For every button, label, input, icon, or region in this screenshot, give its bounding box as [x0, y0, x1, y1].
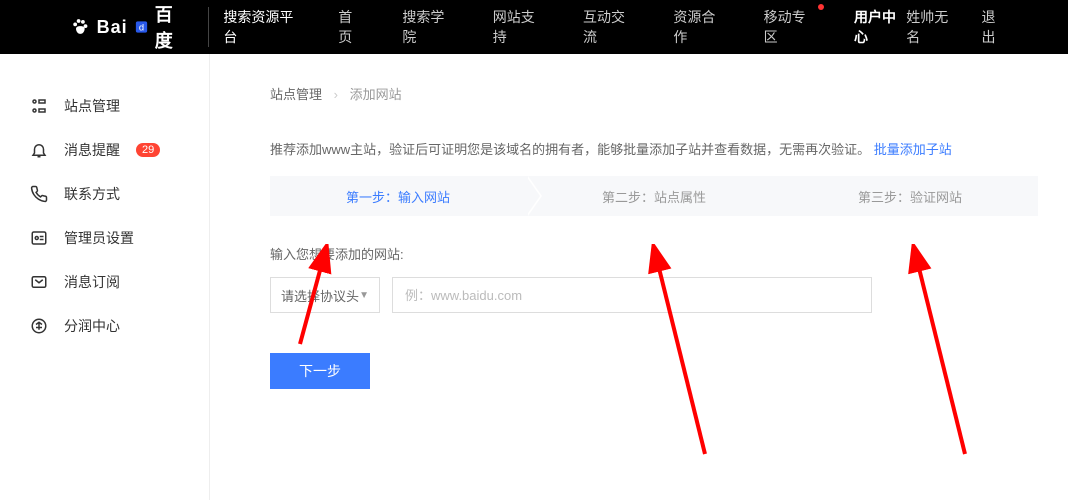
- help-tip: 推荐添加www主站，验证后可证明您是该域名的拥有者，能够批量添加子站并查看数据，…: [270, 139, 1038, 158]
- breadcrumb: 站点管理 › 添加网站: [270, 84, 1038, 103]
- du-icon: d: [134, 19, 149, 35]
- logo-text-bai: Bai: [97, 17, 128, 38]
- website-url-input[interactable]: [392, 277, 872, 313]
- sidebar-item-notifications[interactable]: 消息提醒 29: [0, 128, 209, 172]
- notification-badge: 29: [136, 143, 160, 157]
- logout-link[interactable]: 退出: [981, 7, 1008, 47]
- nav-support[interactable]: 网站支持: [493, 7, 545, 47]
- sidebar-item-label: 分润中心: [64, 316, 120, 336]
- next-button[interactable]: 下一步: [270, 353, 370, 389]
- sidebar-item-label: 联系方式: [64, 184, 120, 204]
- revenue-icon: [30, 317, 48, 335]
- step-3[interactable]: 第三步：验证网站: [782, 176, 1038, 216]
- tip-text: 推荐添加www主站，验证后可证明您是该域名的拥有者，能够批量添加子站并查看数据，…: [270, 142, 870, 157]
- baidu-paw-icon: [70, 16, 91, 38]
- nav-home[interactable]: 首页: [338, 7, 364, 47]
- form-label: 输入您想要添加的网站:: [270, 244, 1038, 263]
- chevron-down-icon: ▼: [359, 290, 369, 301]
- nav-community[interactable]: 互动交流: [583, 7, 635, 47]
- sidebar-item-admin[interactable]: 管理员设置: [0, 216, 209, 260]
- protocol-select[interactable]: 请选择协议头 ▼: [270, 277, 380, 313]
- sidebar-item-label: 消息提醒: [64, 140, 120, 160]
- breadcrumb-current: 添加网站: [350, 87, 402, 102]
- nav-resource[interactable]: 资源合作: [673, 7, 725, 47]
- user-name[interactable]: 姓帅无名: [906, 7, 959, 47]
- message-icon: [30, 273, 48, 291]
- top-nav: 首页 搜索学院 网站支持 互动交流 资源合作 移动专区 用户中心: [338, 7, 906, 47]
- sidebar-item-revenue[interactable]: 分润中心: [0, 304, 209, 348]
- logo-subtitle: 搜索资源平台: [208, 7, 302, 47]
- admin-icon: [30, 229, 48, 247]
- breadcrumb-parent[interactable]: 站点管理: [270, 87, 322, 102]
- main-content: 站点管理 › 添加网站 推荐添加www主站，验证后可证明您是该域名的拥有者，能够…: [210, 54, 1068, 500]
- sidebar-item-label: 消息订阅: [64, 272, 120, 292]
- sidebar-item-label: 管理员设置: [64, 228, 134, 248]
- nav-academy[interactable]: 搜索学院: [402, 7, 454, 47]
- site-icon: [30, 97, 48, 115]
- tip-link[interactable]: 批量添加子站: [874, 142, 952, 157]
- form-row: 请选择协议头 ▼: [270, 277, 1038, 313]
- sidebar-item-contact[interactable]: 联系方式: [0, 172, 209, 216]
- top-header: Bai d 百度 搜索资源平台 首页 搜索学院 网站支持 互动交流 资源合作 移…: [0, 0, 1068, 54]
- sidebar-item-subscribe[interactable]: 消息订阅: [0, 260, 209, 304]
- logo-text-baidu: 百度: [155, 1, 191, 53]
- logo[interactable]: Bai d 百度 搜索资源平台: [70, 1, 302, 53]
- left-sidebar: 站点管理 消息提醒 29 联系方式 管理员设置 消息订阅 分润中心: [0, 54, 210, 500]
- sidebar-item-label: 站点管理: [64, 96, 120, 116]
- nav-user-center[interactable]: 用户中心: [854, 7, 906, 47]
- step-2[interactable]: 第二步：站点属性: [526, 176, 782, 216]
- phone-icon: [30, 185, 48, 203]
- svg-text:d: d: [139, 23, 144, 33]
- step-1[interactable]: 第一步：输入网站: [270, 176, 526, 216]
- sidebar-item-site-manage[interactable]: 站点管理: [0, 84, 209, 128]
- protocol-select-value: 请选择协议头: [281, 286, 359, 305]
- nav-mobile[interactable]: 移动专区: [764, 7, 816, 47]
- breadcrumb-sep: ›: [334, 87, 338, 102]
- bell-icon: [30, 141, 48, 159]
- header-user-area: 姓帅无名 退出: [906, 7, 1008, 47]
- step-bar: 第一步：输入网站 第二步：站点属性 第三步：验证网站: [270, 176, 1038, 216]
